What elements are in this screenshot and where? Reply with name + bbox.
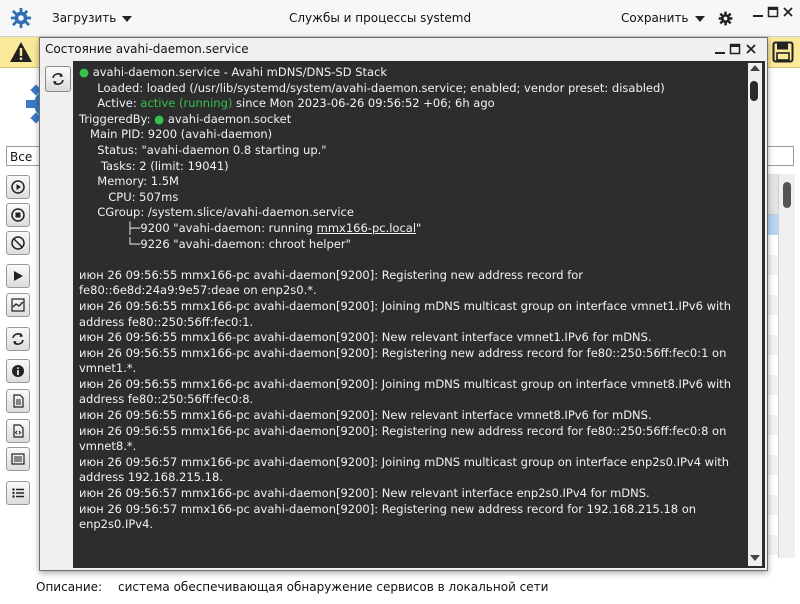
chart-icon <box>11 298 25 312</box>
gear-icon[interactable] <box>10 7 32 29</box>
table-scrollbar[interactable] <box>778 174 795 558</box>
minimize-icon[interactable] <box>752 6 764 18</box>
cgroup-line: CGroup: /system.slice/avahi-daemon.servi… <box>79 205 354 220</box>
memory-line: Memory: 1.5M <box>79 174 179 189</box>
chevron-down-icon <box>694 15 705 22</box>
disable-button[interactable] <box>6 231 30 255</box>
save-menu[interactable]: Сохранить <box>621 11 705 25</box>
log-line: июн 26 09:56:55 mmx166-pc avahi-daemon[9… <box>79 345 731 376</box>
table-scroll-thumb[interactable] <box>783 182 791 208</box>
log-line: июн 26 09:56:57 mmx166-pc avahi-daemon[9… <box>79 501 700 532</box>
log-line: июн 26 09:56:57 mmx166-pc avahi-daemon[9… <box>79 454 733 485</box>
status-text: ● avahi-daemon.service - Avahi mDNS/DNS-… <box>79 65 743 533</box>
process-line-suffix: " <box>416 220 422 235</box>
triggered-unit: avahi-daemon.socket <box>167 111 292 126</box>
log-button[interactable] <box>6 447 30 471</box>
log-line: июн 26 09:56:55 mmx166-pc avahi-daemon[9… <box>79 408 652 423</box>
main-pid-line: Main PID: 9200 (avahi-daemon) <box>79 127 273 142</box>
reload-button[interactable] <box>6 327 30 351</box>
chevron-down-icon <box>122 15 133 22</box>
play-circle-icon <box>11 180 25 194</box>
refresh-icon <box>12 333 24 345</box>
process-line-prefix: ├─9200 "avahi-daemon: running <box>79 220 317 235</box>
filter-combobox[interactable]: Все п <box>6 146 42 166</box>
log-line: июн 26 09:56:57 mmx166-pc avahi-daemon[9… <box>79 486 650 501</box>
code-file-icon <box>13 424 24 438</box>
unit-line: avahi-daemon.service - Avahi mDNS/DNS-SD… <box>92 65 388 79</box>
scroll-down-icon[interactable] <box>750 555 760 561</box>
log-line: июн 26 09:56:55 mmx166-pc avahi-daemon[9… <box>79 267 587 298</box>
status-scrollbar[interactable] <box>748 63 762 566</box>
list-button[interactable] <box>6 481 30 505</box>
scroll-up-icon[interactable] <box>750 65 760 71</box>
helper-process-line: └─9226 "avahi-daemon: chroot helper" <box>79 236 351 251</box>
status-dot-icon: ● <box>79 65 90 79</box>
code-file-button[interactable] <box>6 419 30 443</box>
bullet-list-icon <box>12 488 24 498</box>
loaded-line: Loaded: loaded (/usr/lib/systemd/system/… <box>79 80 665 95</box>
warning-icon <box>10 42 32 62</box>
save-menu-label: Сохранить <box>621 11 689 25</box>
dialog-title: Состояние avahi-daemon.service <box>45 42 249 56</box>
run-button[interactable] <box>6 264 30 288</box>
list-box-icon <box>11 453 25 465</box>
info-button[interactable] <box>6 359 30 383</box>
start-button[interactable] <box>6 175 30 199</box>
description-label: Описание: <box>36 580 103 594</box>
info-icon <box>12 365 24 377</box>
description-value: система обеспечивающая обнаружение серви… <box>118 580 549 594</box>
dialog-refresh-button[interactable] <box>45 66 71 92</box>
dialog-close-icon[interactable] <box>745 43 757 55</box>
service-status-dialog: Состояние avahi-daemon.service ● avahi-d… <box>39 37 768 571</box>
dialog-maximize-icon[interactable] <box>729 43 741 55</box>
settings-gear-icon[interactable] <box>718 11 733 26</box>
stop-button[interactable] <box>6 203 30 227</box>
floppy-icon[interactable] <box>772 41 794 63</box>
socket-dot-icon: ● <box>154 111 165 126</box>
document-button[interactable] <box>6 389 30 413</box>
log-line: июн 26 09:56:55 mmx166-pc avahi-daemon[9… <box>79 376 735 407</box>
forbidden-icon <box>11 236 25 250</box>
log-line: июн 26 09:56:55 mmx166-pc avahi-daemon[9… <box>79 298 735 329</box>
process-host-link[interactable]: mmx166-pc.local <box>317 221 416 235</box>
status-output[interactable]: ● avahi-daemon.service - Avahi mDNS/DNS-… <box>73 61 765 568</box>
active-prefix: Active: <box>79 96 141 111</box>
main-toolbar: Загрузить Службы и процессы systemd Сохр… <box>0 0 800 37</box>
status-scroll-thumb[interactable] <box>750 81 758 101</box>
load-menu-label: Загрузить <box>52 11 117 25</box>
refresh-icon <box>52 73 64 85</box>
maximize-icon[interactable] <box>767 6 779 18</box>
tasks-line: Tasks: 2 (limit: 19041) <box>79 158 229 173</box>
active-state: active (running) <box>140 96 233 111</box>
cpu-line: CPU: 507ms <box>79 189 179 204</box>
active-suffix: since Mon 2023-06-26 09:56:52 +06; 6h ag… <box>232 96 495 111</box>
filter-value: Все п <box>10 150 33 164</box>
log-line: июн 26 09:56:55 mmx166-pc avahi-daemon[9… <box>79 423 731 454</box>
status-line: Status: "avahi-daemon 0.8 starting up." <box>79 142 327 157</box>
close-icon[interactable] <box>782 6 794 18</box>
triggered-prefix: TriggeredBy: <box>79 111 155 126</box>
stop-circle-icon <box>11 208 25 222</box>
window-title: Службы и процессы systemd <box>289 11 472 25</box>
log-line: июн 26 09:56:55 mmx166-pc avahi-daemon[9… <box>79 330 652 345</box>
graph-button[interactable] <box>6 293 30 317</box>
load-menu[interactable]: Загрузить <box>52 11 133 25</box>
dialog-minimize-icon[interactable] <box>714 43 726 55</box>
play-icon <box>14 271 23 281</box>
document-icon <box>13 394 24 408</box>
